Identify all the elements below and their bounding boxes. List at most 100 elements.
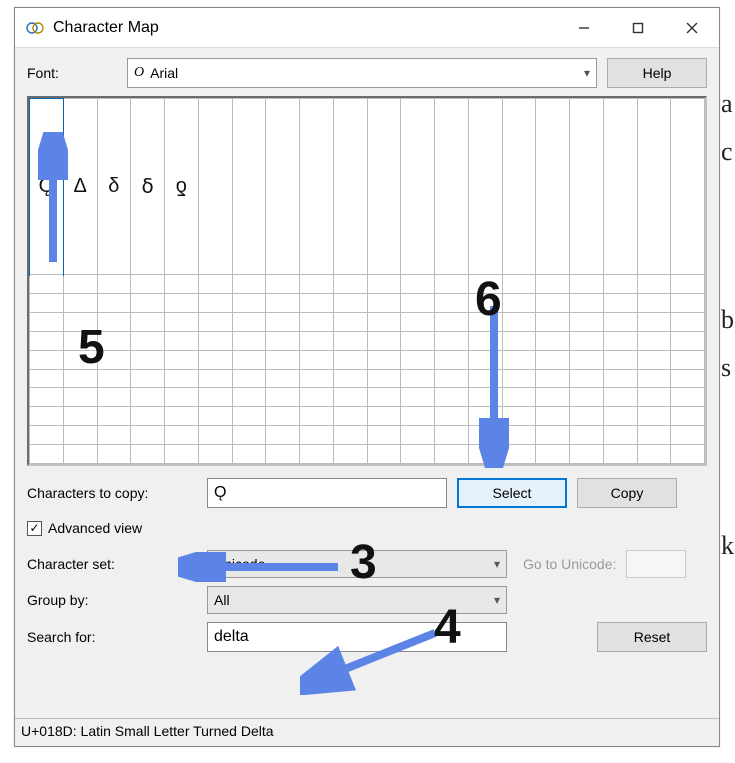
character-cell[interactable] xyxy=(198,275,232,294)
character-cell[interactable] xyxy=(300,312,334,331)
character-cell[interactable] xyxy=(570,294,604,313)
character-cell[interactable] xyxy=(536,426,570,445)
character-cell[interactable]: ẟ xyxy=(131,99,165,275)
character-cell[interactable] xyxy=(637,445,671,464)
character-cell[interactable] xyxy=(232,312,266,331)
character-cell[interactable] xyxy=(30,350,64,369)
character-cell[interactable] xyxy=(401,369,435,388)
character-cell[interactable] xyxy=(97,388,131,407)
character-cell[interactable] xyxy=(266,294,300,313)
character-cell[interactable] xyxy=(266,369,300,388)
character-cell[interactable] xyxy=(266,312,300,331)
character-cell[interactable] xyxy=(536,350,570,369)
character-cell[interactable] xyxy=(165,350,199,369)
character-cell[interactable] xyxy=(367,388,401,407)
character-cell[interactable] xyxy=(300,350,334,369)
character-cell[interactable] xyxy=(468,331,502,350)
character-cell[interactable] xyxy=(435,331,469,350)
character-cell[interactable] xyxy=(97,312,131,331)
character-cell[interactable] xyxy=(401,275,435,294)
character-cell[interactable] xyxy=(30,294,64,313)
character-cell[interactable] xyxy=(333,407,367,426)
character-cell[interactable] xyxy=(401,294,435,313)
character-cell[interactable] xyxy=(63,275,97,294)
character-cell[interactable] xyxy=(468,369,502,388)
character-cell[interactable] xyxy=(333,369,367,388)
character-cell[interactable] xyxy=(367,426,401,445)
characters-to-copy-input[interactable] xyxy=(207,478,447,508)
character-cell[interactable] xyxy=(502,294,536,313)
character-cell[interactable] xyxy=(468,426,502,445)
character-cell[interactable] xyxy=(63,312,97,331)
character-cell[interactable] xyxy=(300,388,334,407)
character-cell[interactable] xyxy=(435,426,469,445)
character-cell[interactable] xyxy=(131,369,165,388)
character-cell[interactable] xyxy=(435,99,469,275)
character-cell[interactable] xyxy=(637,350,671,369)
character-cell[interactable] xyxy=(232,388,266,407)
minimize-button[interactable] xyxy=(557,8,611,48)
character-cell[interactable] xyxy=(300,407,334,426)
character-cell[interactable] xyxy=(131,331,165,350)
character-cell[interactable] xyxy=(63,331,97,350)
character-cell[interactable] xyxy=(266,275,300,294)
character-cell[interactable] xyxy=(232,275,266,294)
character-cell[interactable] xyxy=(570,445,604,464)
character-cell[interactable] xyxy=(637,369,671,388)
character-cell[interactable] xyxy=(637,99,671,275)
character-cell[interactable] xyxy=(131,445,165,464)
character-cell[interactable] xyxy=(30,445,64,464)
character-cell[interactable] xyxy=(468,445,502,464)
character-cell[interactable] xyxy=(367,312,401,331)
character-cell[interactable] xyxy=(300,99,334,275)
close-button[interactable] xyxy=(665,8,719,48)
character-cell[interactable] xyxy=(300,331,334,350)
character-cell[interactable] xyxy=(536,369,570,388)
character-cell[interactable] xyxy=(401,99,435,275)
character-cell[interactable] xyxy=(266,331,300,350)
character-cell[interactable] xyxy=(502,331,536,350)
character-cell[interactable] xyxy=(435,445,469,464)
character-cell[interactable] xyxy=(63,369,97,388)
character-cell[interactable] xyxy=(401,407,435,426)
character-cell[interactable] xyxy=(570,312,604,331)
reset-button[interactable]: Reset xyxy=(597,622,707,652)
character-cell[interactable] xyxy=(502,369,536,388)
character-cell[interactable] xyxy=(165,426,199,445)
character-cell[interactable] xyxy=(468,275,502,294)
character-cell[interactable] xyxy=(671,350,705,369)
character-cell[interactable] xyxy=(30,369,64,388)
character-cell[interactable] xyxy=(63,388,97,407)
character-cell[interactable] xyxy=(333,445,367,464)
character-cell[interactable] xyxy=(97,407,131,426)
character-cell[interactable] xyxy=(63,350,97,369)
character-cell[interactable] xyxy=(435,350,469,369)
character-cell[interactable] xyxy=(333,388,367,407)
character-cell[interactable] xyxy=(536,275,570,294)
character-cell[interactable] xyxy=(131,407,165,426)
character-cell[interactable] xyxy=(333,312,367,331)
character-cell[interactable]: δ xyxy=(97,99,131,275)
character-cell[interactable] xyxy=(570,388,604,407)
character-cell[interactable] xyxy=(570,426,604,445)
character-cell[interactable] xyxy=(570,350,604,369)
character-cell[interactable] xyxy=(232,99,266,275)
character-cell[interactable] xyxy=(367,350,401,369)
character-cell[interactable] xyxy=(232,350,266,369)
character-cell[interactable] xyxy=(435,369,469,388)
character-cell[interactable] xyxy=(502,275,536,294)
character-cell[interactable] xyxy=(232,294,266,313)
character-cell[interactable] xyxy=(502,445,536,464)
character-cell[interactable] xyxy=(97,426,131,445)
character-cell[interactable] xyxy=(165,294,199,313)
character-cell[interactable] xyxy=(637,388,671,407)
character-cell[interactable] xyxy=(30,426,64,445)
character-cell[interactable] xyxy=(536,445,570,464)
character-cell[interactable] xyxy=(367,445,401,464)
character-cell[interactable] xyxy=(63,445,97,464)
character-cell[interactable] xyxy=(198,350,232,369)
character-cell[interactable] xyxy=(637,312,671,331)
character-cell[interactable] xyxy=(97,294,131,313)
advanced-view-checkbox[interactable]: ✓ xyxy=(27,521,42,536)
character-cell[interactable] xyxy=(502,350,536,369)
